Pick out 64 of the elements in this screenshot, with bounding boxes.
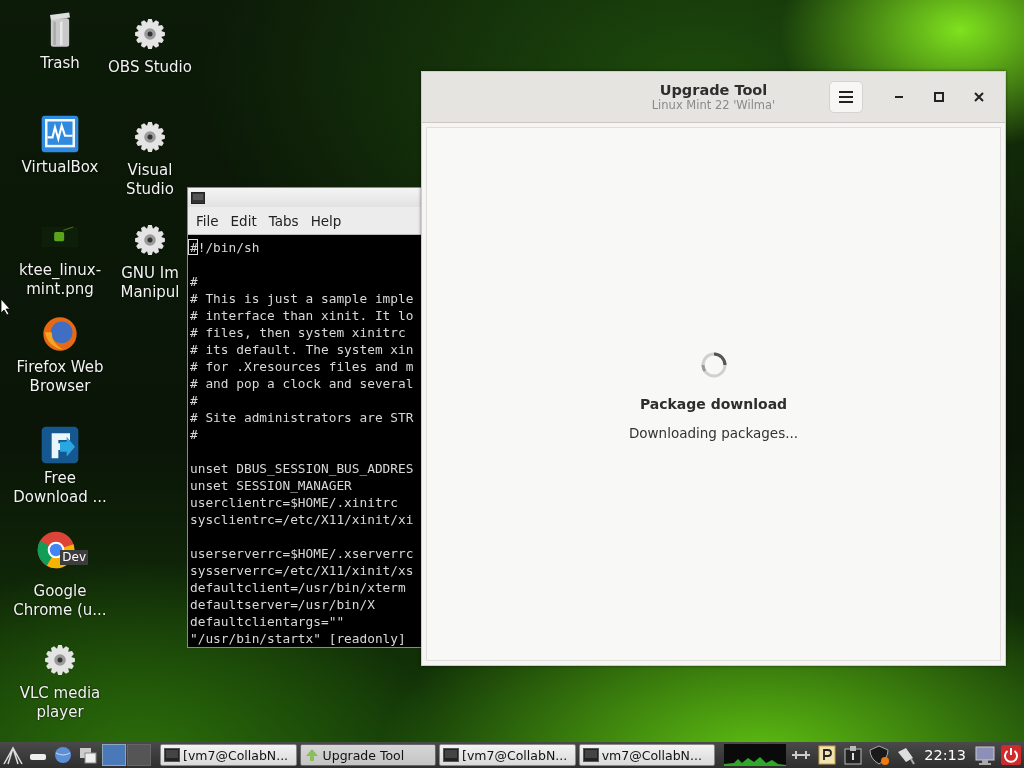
menu-launcher-icon[interactable] — [2, 744, 24, 766]
terminal-line: # This is just a sample imple — [190, 291, 414, 306]
terminal-line: defaultclient=/usr/bin/xterm — [190, 580, 406, 595]
menu-item[interactable]: Tabs — [262, 212, 305, 229]
terminal-line: # its default. The system xin — [190, 342, 414, 357]
terminal-line: unset SESSION_MANAGER — [190, 478, 352, 493]
monitor-icon[interactable] — [974, 744, 996, 766]
taskbar-task[interactable]: [vm7@CollabN... — [160, 744, 297, 766]
icon-label[interactable]: OBS Studio — [108, 58, 192, 77]
terminal-line: # — [190, 427, 198, 442]
status-text: Downloading packages... — [628, 425, 799, 441]
taskbar-task[interactable]: Upgrade Tool — [299, 744, 437, 766]
icon-label[interactable]: Firefox Web Browser — [16, 358, 104, 396]
terminal-line: defaultclientargs="" — [190, 614, 345, 629]
terminal-icon — [191, 191, 205, 204]
icon-label[interactable]: ktee_linux- mint.png — [18, 261, 102, 299]
terminal-line: # — [190, 393, 198, 408]
globe-fox-icon[interactable] — [40, 314, 80, 354]
taskbar-task[interactable]: vm7@CollabN... — [578, 744, 716, 766]
terminal-line: userclientrc=$HOME/.xinitrc — [190, 495, 399, 510]
globe-icon[interactable] — [52, 744, 74, 766]
icon-label[interactable]: VirtualBox — [21, 158, 99, 177]
icon-label[interactable]: Free Download ... — [13, 469, 107, 507]
close-icon — [974, 92, 984, 102]
dev-badge: Dev — [60, 550, 88, 565]
power-icon[interactable] — [1000, 744, 1022, 766]
up-arrow-icon — [303, 748, 320, 762]
maximize-icon — [934, 92, 944, 102]
minimize-icon — [895, 96, 903, 98]
clipboard-icon[interactable] — [816, 744, 839, 766]
taskbar-task[interactable]: [vm7@CollabN... — [439, 744, 576, 766]
terminal-line: # for .Xresources files and m — [190, 359, 414, 374]
terminal-line: "/usr/bin/startx" [readonly] — [190, 631, 406, 646]
shield-icon[interactable] — [868, 744, 891, 766]
menu-button[interactable] — [829, 81, 863, 113]
cpu-graph — [724, 744, 787, 766]
menu-icon — [838, 90, 854, 104]
terminal-line: userserverrc=$HOME/.xserverrc — [190, 546, 414, 561]
icon-label[interactable]: Google Chrome (u... — [13, 582, 107, 620]
menu-item[interactable]: Help — [304, 212, 348, 229]
status-heading: Package download — [639, 396, 788, 412]
menu-item[interactable]: File — [190, 212, 225, 229]
terminal-line: # and pop a clock and several — [190, 376, 414, 391]
icon-label[interactable]: Visual Studio — [126, 161, 174, 199]
terminal-line: unset DBUS_SESSION_BUS_ADDRES — [190, 461, 414, 476]
terminal-line: # files, then system xinitrc — [190, 325, 406, 340]
icon-label[interactable]: VLC media player — [19, 684, 101, 722]
terminal-icon — [164, 748, 180, 762]
terminal-line: defaultserver=/usr/bin/X — [190, 597, 375, 612]
window-title: Upgrade Tool — [659, 82, 768, 98]
window-subtitle: Linux Mint 22 'Wilma' — [651, 98, 776, 112]
terminal-line: sysclientrc=/etc/X11/xinit/xi — [190, 512, 414, 527]
clock[interactable]: 22:13 — [920, 747, 970, 763]
terminal-icon — [443, 748, 460, 762]
icon-label[interactable]: GNU Im Manipul — [120, 264, 180, 302]
terminal-line: # Site administrators are STR — [190, 410, 414, 425]
terminal-line: # interface than xinit. It lo — [190, 308, 414, 323]
terminal-line: sysserverrc=/etc/X11/xinit/xs — [190, 563, 414, 578]
waveform-monitor-icon[interactable] — [40, 114, 80, 154]
mouse-pointer-icon — [0, 298, 10, 316]
menu-item[interactable]: Edit — [224, 212, 263, 229]
terminal-line: # — [190, 274, 198, 289]
terminal-icon — [582, 748, 599, 762]
icon-label[interactable]: Trash — [40, 54, 80, 73]
